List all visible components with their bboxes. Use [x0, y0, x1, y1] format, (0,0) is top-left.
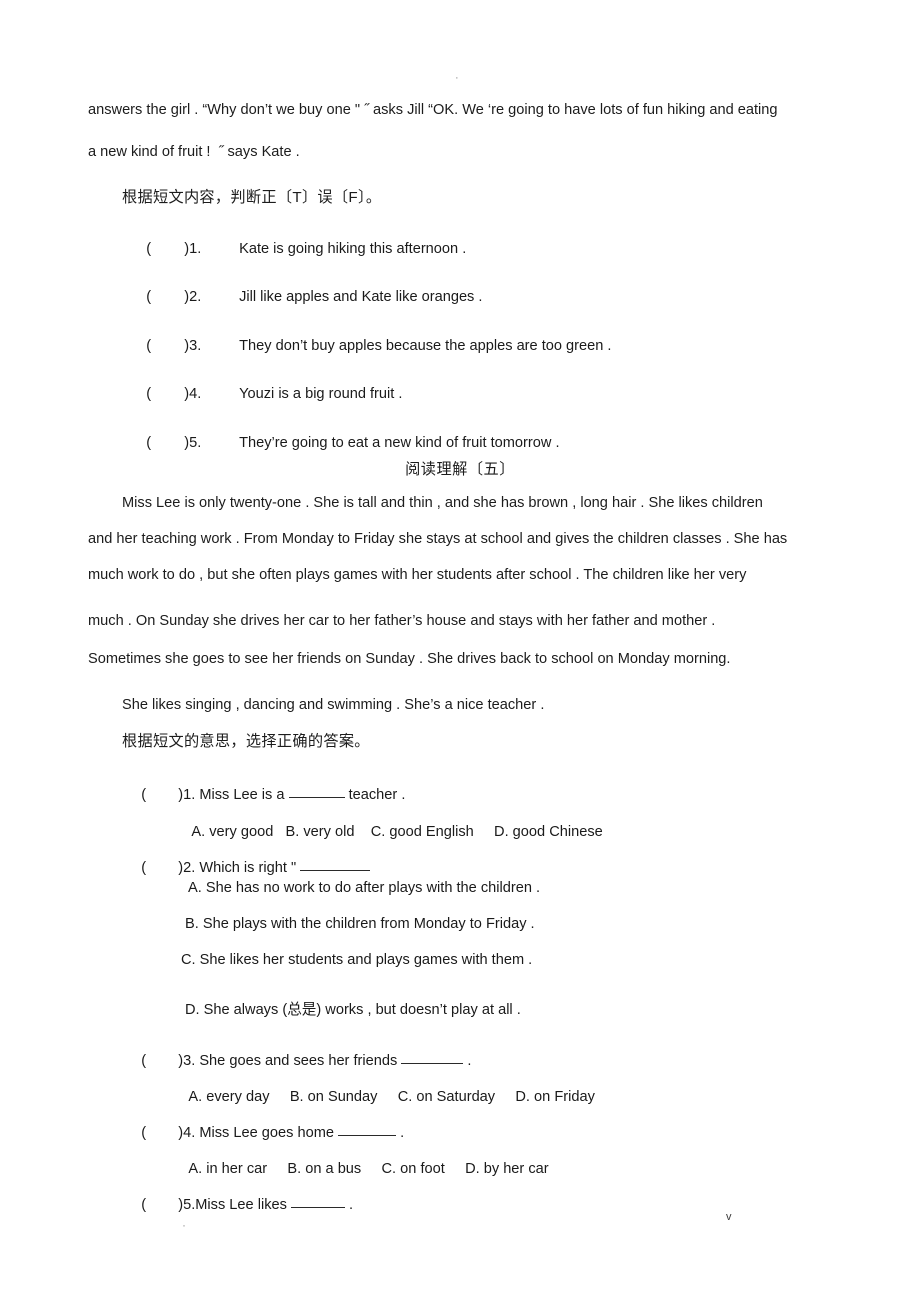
footer-mark-right: v — [726, 1211, 732, 1223]
passage-five-line-5: Sometimes she goes to see her friends on… — [88, 651, 731, 667]
mc-option-c[interactable]: C. on foot — [382, 1161, 445, 1177]
passage-five-instruction: 根据短文的意思，选择正确的答案。 — [122, 733, 370, 750]
footer-mark-left: · — [182, 1218, 186, 1232]
answer-blank[interactable] — [290, 1207, 345, 1208]
mc-option-d[interactable]: D. on Friday — [515, 1089, 594, 1105]
mc-option-b[interactable]: B. on a bus — [287, 1161, 361, 1177]
mc-option-a[interactable]: A. very good — [191, 824, 273, 840]
mc-question-stem: 1. Miss Lee is a — [183, 787, 289, 803]
answer-blank[interactable] — [300, 870, 371, 871]
tf-item-number: 2. — [189, 289, 202, 305]
mc-answer-paren-open: ( — [141, 787, 147, 803]
tf-item-text: Jill like apples and Kate like oranges . — [239, 289, 483, 305]
tf-answer-paren-open: ( — [146, 241, 152, 257]
mc-option-c[interactable]: C. on Saturday — [398, 1089, 495, 1105]
mc-option-b[interactable]: B. on Sunday — [290, 1089, 378, 1105]
tf-item-2[interactable]: ()2. Jill like apples and Kate like orang… — [130, 273, 482, 321]
mc-option-c[interactable]: C. good English — [371, 824, 474, 840]
tf-item-4[interactable]: ()4. Youzi is a big round fruit . — [130, 370, 402, 418]
passage-five-line-2: and her teaching work . From Monday to F… — [88, 531, 788, 547]
tf-item-text: They don’t buy apples because the apples… — [239, 338, 612, 354]
mc-option-d[interactable]: D. by her car — [465, 1161, 549, 1177]
mc-question-stem-tail: teacher . — [344, 787, 406, 803]
tf-item-text: Kate is going hiking this afternoon . — [239, 241, 467, 257]
tf-item-3[interactable]: ()3. They don’t buy apples because the ap… — [130, 322, 612, 370]
passage-five-line-4: much . On Sunday she drives her car to h… — [88, 613, 716, 629]
mc-answer-paren-open: ( — [141, 1125, 147, 1141]
tf-answer-paren-open: ( — [146, 386, 152, 402]
passage-five-line-3: much work to do , but she often plays ga… — [88, 567, 747, 583]
mc-option-d[interactable]: D. good Chinese — [494, 824, 603, 840]
mc-option-2b[interactable]: B. She plays with the children from Mond… — [185, 916, 535, 932]
answer-blank[interactable] — [401, 1063, 464, 1064]
tf-answer-paren-open: ( — [146, 435, 152, 451]
answer-blank[interactable] — [288, 797, 345, 798]
tf-item-number: 5. — [189, 435, 202, 451]
tf-answer-paren-open: ( — [146, 338, 152, 354]
mc-option-2d[interactable]: D. She always (总是) works , but doesn’t p… — [185, 998, 521, 1019]
document-page: · answers the girl . “Why don’t we buy o… — [0, 0, 920, 1302]
tf-item-number: 3. — [189, 338, 202, 354]
passage-five-line-1: Miss Lee is only twenty-one . She is tal… — [122, 495, 763, 511]
mc-option-2a[interactable]: A. She has no work to do after plays wit… — [188, 880, 540, 896]
header-mark: · — [455, 72, 459, 84]
mc-answer-paren-open: ( — [141, 1053, 147, 1069]
mc-question-5[interactable]: ()5.Miss Lee likes . — [125, 1181, 353, 1229]
passage-four-continuation-line-2: a new kind of fruit ! ˝ says Kate . — [88, 144, 300, 160]
mc-question-stem: 4. Miss Lee goes home — [183, 1125, 339, 1141]
tf-item-text: They’re going to eat a new kind of fruit… — [239, 435, 560, 451]
mc-question-stem-tail: . — [344, 1197, 354, 1213]
tf-item-number: 1. — [189, 241, 202, 257]
passage-five-paragraph-2: She likes singing , dancing and swimming… — [122, 697, 545, 713]
answer-blank[interactable] — [338, 1135, 397, 1136]
mc-question-stem-tail: . — [396, 1125, 405, 1141]
mc-answer-paren-open: ( — [141, 860, 147, 876]
passage-four-instruction: 根据短文内容，判断正〔T〕误〔F〕。 — [122, 189, 382, 206]
tf-item-1[interactable]: ()1. Kate is going hiking this afternoon … — [130, 225, 466, 273]
tf-answer-paren-open: ( — [146, 289, 152, 305]
mc-question-stem: 3. She goes and sees her friends — [183, 1053, 402, 1069]
passage-five-heading: 阅读理解〔五〕 — [405, 461, 515, 478]
mc-question-stem: 5.Miss Lee likes — [183, 1197, 291, 1213]
mc-question-stem-tail: . — [463, 1053, 472, 1069]
tf-item-text: Youzi is a big round fruit . — [239, 386, 403, 402]
mc-option-2c[interactable]: C. She likes her students and plays game… — [181, 952, 532, 968]
tf-item-number: 4. — [189, 386, 202, 402]
mc-option-a[interactable]: A. every day — [188, 1089, 269, 1105]
mc-answer-paren-open: ( — [141, 1197, 147, 1213]
mc-question-stem: 2. Which is right " — [183, 860, 301, 876]
mc-option-b[interactable]: B. very old — [286, 824, 355, 840]
passage-four-continuation-line-1: answers the girl . “Why don’t we buy one… — [88, 102, 778, 118]
mc-option-a[interactable]: A. in her car — [188, 1161, 267, 1177]
